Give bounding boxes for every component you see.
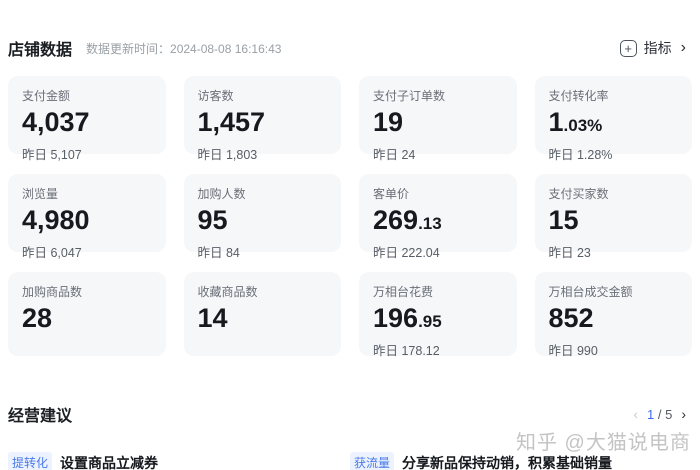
metric-card-pay-amount[interactable]: 支付金额 4,037 昨日 5,107 bbox=[8, 76, 166, 162]
metric-value-sub: .95 bbox=[418, 312, 442, 331]
metric-value: 28 bbox=[22, 303, 152, 337]
metric-value-main: 4,037 bbox=[22, 107, 90, 137]
metric-label: 浏览量 bbox=[22, 187, 59, 201]
metric-value: 14 bbox=[198, 303, 328, 337]
metric-label: 万相台成交金额 bbox=[548, 285, 633, 299]
metric-label: 访客数 bbox=[197, 89, 234, 103]
metric-value: 852 bbox=[549, 303, 679, 337]
metric-value-main: 14 bbox=[197, 303, 228, 333]
metric-value-main: 4,980 bbox=[22, 205, 90, 235]
pagination-prev-icon[interactable]: ‹ bbox=[633, 406, 638, 422]
suggestion-text: 分享新品保持动销，积累基础销量 bbox=[402, 454, 613, 470]
metric-yesterday: 昨日 1.28% bbox=[548, 148, 613, 162]
metric-label: 加购商品数 bbox=[22, 285, 83, 299]
metric-card-cart-items[interactable]: 加购商品数 28 bbox=[8, 272, 166, 356]
metric-card-paying-buyers[interactable]: 支付买家数 15 昨日 23 bbox=[534, 174, 692, 260]
metric-value: 269.13 bbox=[373, 205, 503, 239]
pagination-next-icon[interactable]: › bbox=[681, 406, 686, 422]
metric-label: 万相台花费 bbox=[373, 285, 434, 299]
suggestions-list: 提转化 设置商品立减券 获流量 分享新品保持动销，积累基础销量 bbox=[0, 452, 700, 470]
metric-value-main: 28 bbox=[22, 303, 53, 333]
metric-value: 19 bbox=[373, 107, 503, 141]
metric-yesterday: 昨日 24 bbox=[373, 148, 416, 162]
metric-value-main: 15 bbox=[548, 205, 579, 235]
suggestion-tag: 提转化 bbox=[8, 452, 53, 470]
metric-card-avg-order-value[interactable]: 客单价 269.13 昨日 222.04 bbox=[359, 174, 517, 260]
suggestions-header: 经营建议 ‹ 1 / 5 › bbox=[0, 402, 700, 426]
metric-value: 196.95 bbox=[373, 303, 503, 337]
metric-settings-button[interactable]: + 指标 › bbox=[619, 38, 686, 58]
metric-value: 4,980 bbox=[22, 205, 152, 239]
metric-value-main: 95 bbox=[197, 205, 228, 235]
metric-card-wxt-gmv[interactable]: 万相台成交金额 852 昨日 990 bbox=[534, 272, 692, 358]
watermark: 知乎 @大猫说电商 bbox=[516, 432, 691, 454]
metric-value-main: 269 bbox=[373, 205, 419, 235]
metrics-grid: 支付金额 4,037 昨日 5,107 访客数 1,457 昨日 1,803 支… bbox=[0, 76, 700, 358]
metric-label: 收藏商品数 bbox=[197, 285, 258, 299]
metric-card-cart-users[interactable]: 加购人数 95 昨日 84 bbox=[183, 174, 341, 260]
metric-yesterday: 昨日 178.12 bbox=[373, 344, 440, 358]
metric-yesterday: 昨日 23 bbox=[548, 246, 591, 260]
metric-card-sub-orders[interactable]: 支付子订单数 19 昨日 24 bbox=[359, 76, 517, 162]
page-header: 店铺数据 数据更新时间：2024-08-08 16:16:43 + 指标 › bbox=[0, 0, 700, 60]
metric-label: 加购人数 bbox=[197, 187, 246, 201]
metric-value: 15 bbox=[549, 205, 679, 239]
metric-yesterday: 昨日 5,107 bbox=[22, 148, 82, 162]
metric-value-main: 19 bbox=[373, 107, 404, 137]
metric-label: 客单价 bbox=[373, 187, 410, 201]
metric-value: 1.03% bbox=[549, 107, 679, 141]
suggestion-tag: 获流量 bbox=[350, 452, 395, 470]
metric-value: 1,457 bbox=[198, 107, 328, 141]
metric-label: 支付金额 bbox=[22, 89, 71, 103]
metric-yesterday: 昨日 990 bbox=[548, 344, 598, 358]
suggestion-item-traffic[interactable]: 获流量 分享新品保持动销，积累基础销量 bbox=[350, 452, 692, 470]
metric-value-main: 1,457 bbox=[197, 107, 266, 137]
metric-card-visitors[interactable]: 访客数 1,457 昨日 1,803 bbox=[183, 76, 341, 162]
metric-value-main: 196 bbox=[373, 303, 419, 333]
metric-label: 支付转化率 bbox=[548, 89, 609, 103]
metric-card-conversion-rate[interactable]: 支付转化率 1.03% 昨日 1.28% bbox=[534, 76, 692, 162]
metric-value: 4,037 bbox=[22, 107, 152, 141]
suggestion-item-conversion[interactable]: 提转化 设置商品立减券 bbox=[8, 452, 350, 470]
pagination-total-pages: / 5 bbox=[657, 406, 673, 422]
metric-value-main: 852 bbox=[548, 303, 594, 333]
metric-card-page-views[interactable]: 浏览量 4,980 昨日 6,047 bbox=[8, 174, 166, 260]
metric-value-sub: .03% bbox=[563, 116, 603, 135]
chevron-right-icon: › bbox=[680, 39, 686, 56]
suggestions-pagination: ‹ 1 / 5 › bbox=[633, 406, 686, 422]
metric-button-label: 指标 bbox=[643, 40, 672, 56]
metric-yesterday: 昨日 84 bbox=[197, 246, 240, 260]
pagination-counter: 1 / 5 bbox=[647, 407, 672, 422]
metric-card-wxt-spend[interactable]: 万相台花费 196.95 昨日 178.12 bbox=[359, 272, 517, 358]
metric-label: 支付子订单数 bbox=[373, 89, 446, 103]
metric-yesterday: 昨日 222.04 bbox=[373, 246, 440, 260]
metric-value-sub: .13 bbox=[418, 214, 442, 233]
store-data-page: 店铺数据 数据更新时间：2024-08-08 16:16:43 + 指标 › 支… bbox=[0, 0, 700, 470]
metric-yesterday: 昨日 1,803 bbox=[197, 148, 258, 162]
page-title: 店铺数据 bbox=[8, 42, 73, 59]
metric-label: 支付买家数 bbox=[548, 187, 609, 201]
suggestion-text: 设置商品立减券 bbox=[60, 454, 159, 470]
pagination-current-page: 1 bbox=[647, 406, 655, 422]
metric-value-main: 1 bbox=[548, 107, 564, 137]
update-time: 数据更新时间：2024-08-08 16:16:43 bbox=[86, 41, 282, 56]
suggestions-title: 经营建议 bbox=[8, 408, 73, 425]
metric-value: 95 bbox=[198, 205, 328, 239]
add-icon: + bbox=[619, 39, 637, 57]
metric-yesterday: 昨日 6,047 bbox=[22, 246, 82, 260]
metric-card-favorited-items[interactable]: 收藏商品数 14 bbox=[183, 272, 341, 356]
